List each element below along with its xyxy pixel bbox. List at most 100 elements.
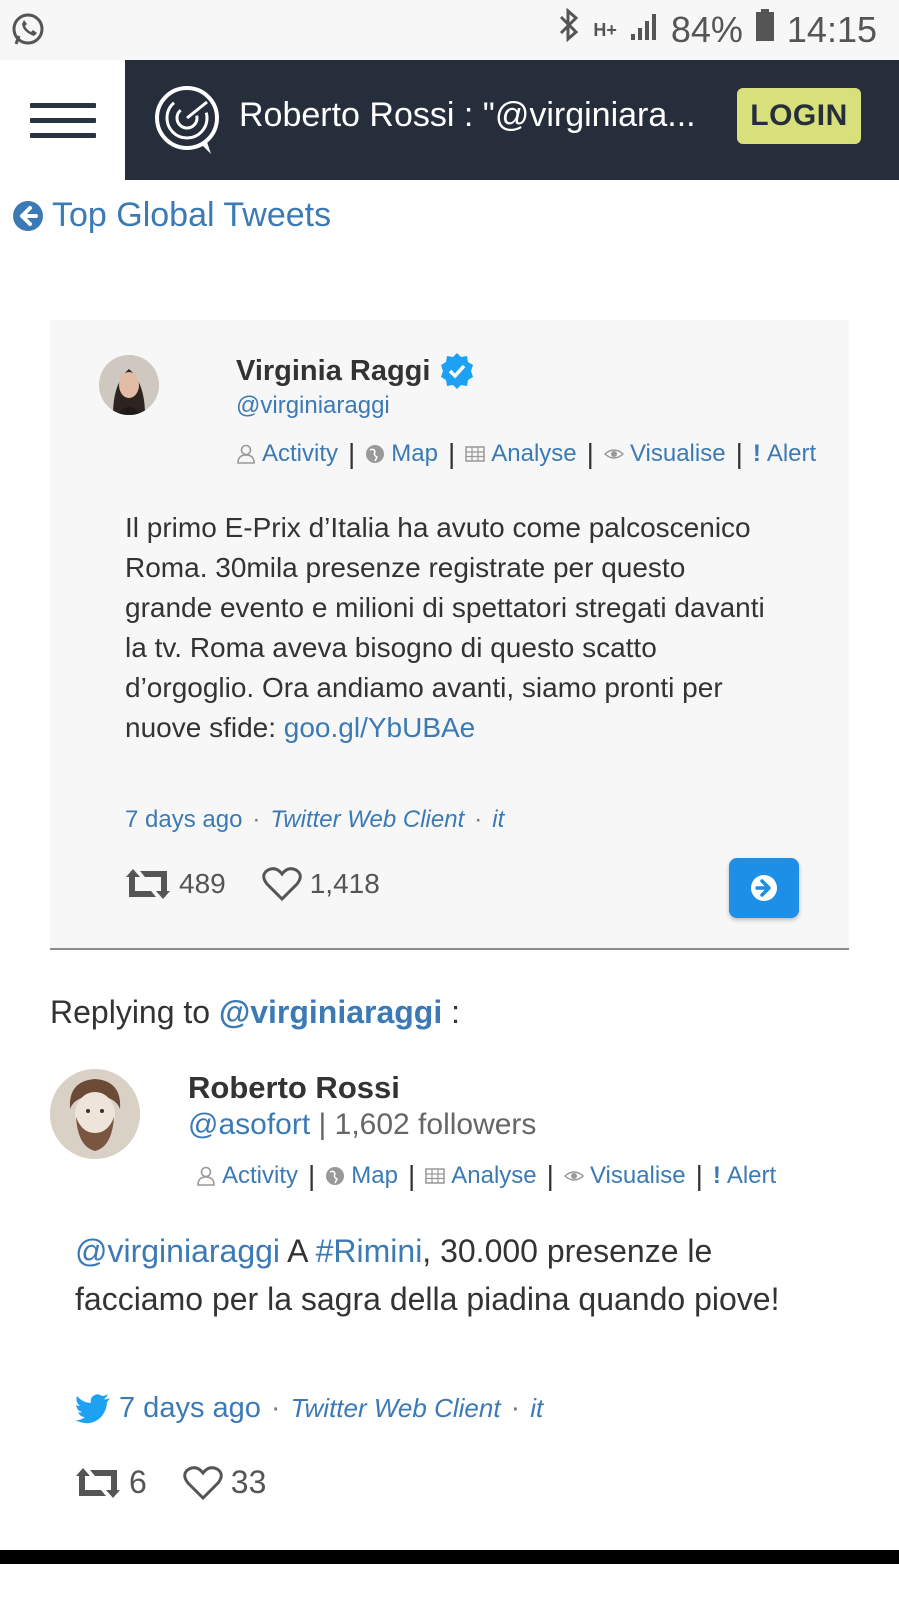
like-count: 33 [230, 1464, 267, 1500]
meta-separator: · [510, 1392, 521, 1424]
verified-badge-icon [441, 353, 474, 389]
separator: | [546, 1160, 554, 1191]
tweet-body-part: A [280, 1233, 316, 1269]
user-icon [237, 444, 255, 464]
tweet-body: Il primo E-Prix d’Italia ha avuto come p… [125, 512, 765, 743]
status-bar: H+ 84% 14:15 [0, 0, 899, 60]
table-icon [425, 1168, 446, 1184]
open-tweet-button[interactable] [729, 858, 799, 918]
arrow-left-circle-icon [13, 200, 43, 231]
menu-button[interactable] [0, 60, 125, 180]
analyse-link[interactable]: Analyse [425, 1162, 537, 1190]
author-name-text: Virginia Raggi [236, 354, 431, 387]
replying-suffix: : [451, 994, 461, 1030]
visualise-link[interactable]: Visualise [603, 440, 726, 468]
author-name[interactable]: Virginia Raggi [236, 352, 476, 390]
hamburger-icon [29, 93, 96, 148]
alert-link[interactable]: ! Alert [753, 440, 816, 468]
eye-icon [603, 449, 624, 459]
map-link[interactable]: Map [325, 1162, 398, 1190]
activity-label: Activity [222, 1162, 299, 1189]
replying-prefix: Replying to [50, 994, 211, 1030]
globe-icon [366, 445, 385, 463]
activity-label: Activity [262, 440, 339, 467]
author-handle-line: @asofort | 1,602 followers [188, 1108, 536, 1142]
retweet-count: 6 [129, 1464, 147, 1500]
activity-link[interactable]: Activity [236, 440, 338, 468]
retweet-icon [126, 869, 170, 899]
alert-label: Alert [726, 1162, 777, 1189]
map-label: Map [391, 440, 438, 467]
author-handle[interactable]: @virginiaraggi [236, 392, 390, 420]
signal-icon [629, 9, 659, 51]
network-type: H+ [593, 19, 617, 40]
avatar[interactable] [50, 1069, 140, 1159]
separator: | [586, 438, 594, 469]
arrow-right-circle-icon [751, 875, 777, 901]
activity-link[interactable]: Activity [196, 1162, 298, 1190]
exclamation-icon: ! [712, 1162, 721, 1189]
author-handle[interactable]: @asofort [188, 1108, 310, 1141]
analyse-label: Analyse [451, 1162, 537, 1189]
separator: | [695, 1160, 703, 1191]
tweet-hashtag[interactable]: #Rimini [316, 1233, 423, 1269]
separator: | [735, 438, 743, 469]
bottom-divider [0, 1550, 899, 1564]
tweet-lang: it [492, 806, 505, 833]
tweet-stats: 489 1,418 [125, 866, 416, 902]
visualise-link[interactable]: Visualise [563, 1162, 686, 1190]
tweet-time[interactable]: 7 days ago [125, 806, 242, 834]
separator: | [348, 438, 356, 469]
like-count: 1,418 [309, 868, 380, 899]
meta-separator: · [270, 1392, 281, 1424]
retweet-stat[interactable]: 489 [125, 867, 226, 901]
tweet-time[interactable]: 7 days ago [119, 1392, 261, 1425]
battery-percent: 84% [670, 8, 743, 50]
analyse-label: Analyse [491, 440, 577, 467]
globe-icon [326, 1167, 345, 1185]
back-link[interactable]: Top Global Tweets [12, 196, 331, 235]
exclamation-icon: ! [752, 440, 761, 467]
whatsapp-icon [10, 12, 46, 53]
tweet-meta: 7 days ago · Twitter Web Client · it [75, 1392, 543, 1425]
bluetooth-icon [557, 7, 581, 51]
meta-separator: · [252, 806, 261, 833]
alert-link[interactable]: ! Alert [713, 1162, 776, 1190]
separator: | [407, 1160, 416, 1191]
tweet-meta: 7 days ago · Twitter Web Client · it [125, 806, 504, 834]
retweet-stat[interactable]: 6 [75, 1464, 147, 1501]
analyse-link[interactable]: Analyse [465, 440, 577, 468]
separator: | [308, 1160, 316, 1191]
user-icon [197, 1166, 215, 1186]
tweet-actions: Activity | Map | Analyse | Visualise | !… [196, 1160, 776, 1192]
retweet-count: 489 [179, 868, 226, 899]
like-stat[interactable]: 1,418 [261, 866, 380, 902]
replying-to: Replying to @virginiaraggi : [50, 994, 460, 1031]
visualise-label: Visualise [629, 440, 726, 467]
tweet-text: Il primo E-Prix d’Italia ha avuto come p… [125, 508, 775, 748]
twitter-bird-icon [75, 1393, 110, 1423]
author-name[interactable]: Roberto Rossi [188, 1070, 400, 1106]
login-button[interactable]: LOGIN [737, 88, 861, 144]
tweet-link[interactable]: goo.gl/YbUBAe [284, 712, 475, 743]
tweet-mention[interactable]: @virginiaraggi [75, 1233, 280, 1269]
alert-label: Alert [766, 440, 817, 467]
like-stat[interactable]: 33 [183, 1464, 267, 1501]
map-label: Map [351, 1162, 398, 1189]
page-title: Roberto Rossi : "@virginiara... [239, 96, 696, 134]
original-tweet-card: Virginia Raggi @virginiaraggi Activity |… [50, 320, 849, 950]
visualise-label: Visualise [589, 1162, 686, 1189]
tweet-stats: 6 33 [75, 1464, 302, 1501]
map-link[interactable]: Map [365, 440, 438, 468]
retweet-icon [76, 1467, 120, 1498]
back-link-label: Top Global Tweets [52, 196, 332, 234]
heart-icon [183, 1465, 223, 1500]
tweet-text: @virginiaraggi A #Rimini, 30.000 presenz… [75, 1227, 835, 1323]
avatar[interactable] [99, 355, 159, 415]
replying-mention[interactable]: @virginiaraggi [219, 994, 442, 1030]
separator: | [447, 438, 456, 469]
battery-icon [755, 8, 775, 51]
clock: 14:15 [786, 8, 877, 50]
app-logo-icon [153, 84, 225, 156]
followers-count: | 1,602 followers [318, 1108, 537, 1141]
